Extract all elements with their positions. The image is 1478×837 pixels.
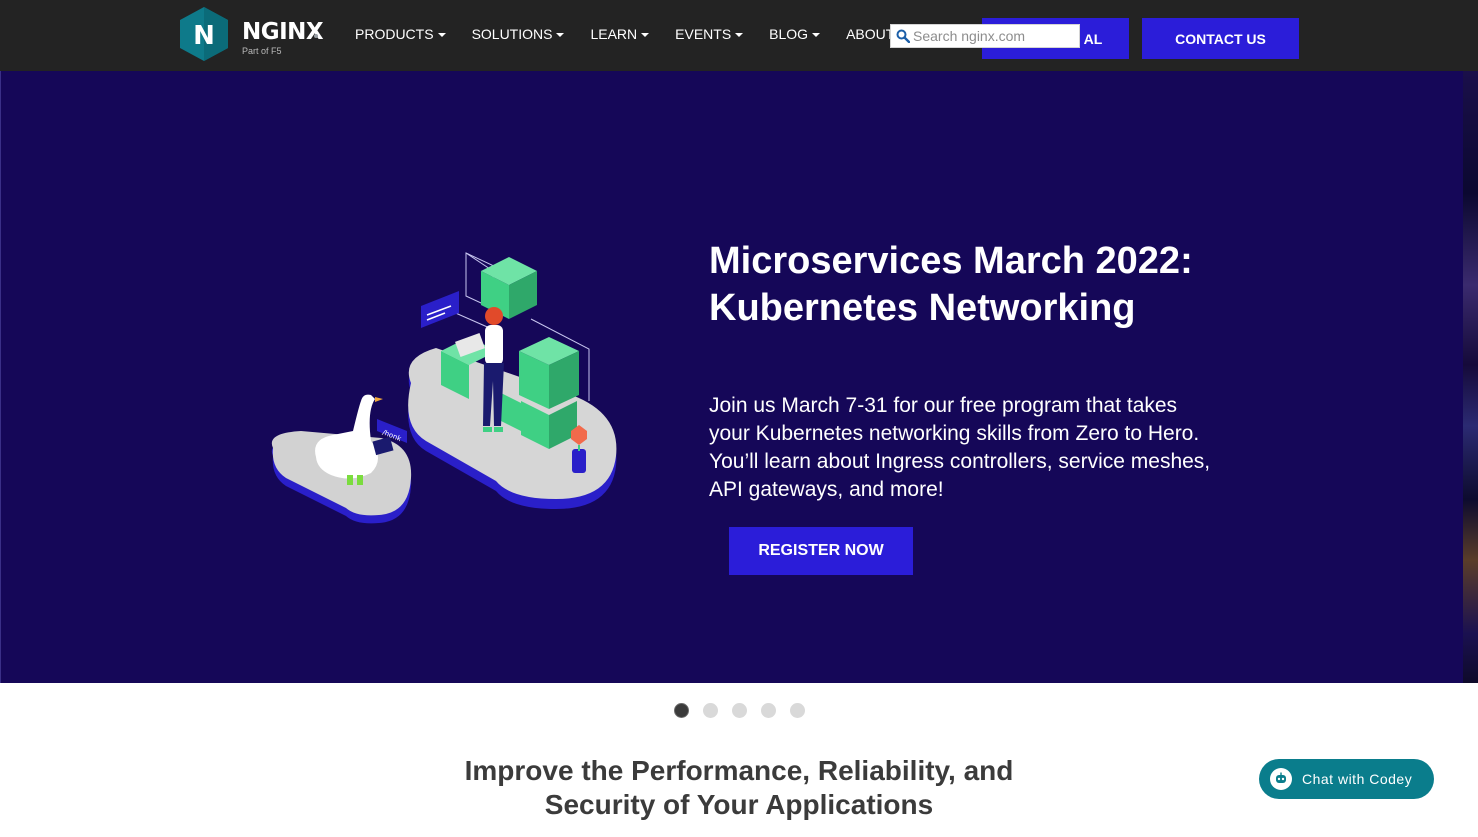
chevron-down-icon — [437, 33, 446, 37]
contact-us-button[interactable]: CONTACT US — [1142, 18, 1299, 59]
register-now-button[interactable]: REGISTER NOW — [729, 527, 913, 575]
carousel-dot-3[interactable] — [732, 703, 747, 718]
chatbot-icon — [1270, 768, 1292, 790]
nav-solutions[interactable]: SOLUTIONS — [472, 26, 565, 42]
hero-carousel: /honk Microservices March 2022: Kubernet… — [0, 71, 1463, 718]
main-nav: PRODUCTS SOLUTIONS LEARN EVENTS BLOG ABO… — [355, 26, 932, 42]
logo-wordmark: NGINX — [242, 19, 324, 45]
chevron-down-icon — [735, 33, 744, 37]
carousel-dot-1[interactable] — [674, 703, 689, 718]
carousel-indicators — [674, 703, 819, 718]
register-now-button-label: REGISTER NOW — [758, 542, 884, 559]
kubernetes-illustration: /honk — [271, 252, 617, 524]
free-trial-button-label: AL — [1083, 30, 1103, 47]
nav-about-label: ABOUT — [846, 26, 895, 42]
chat-label: Chat with Codey — [1302, 771, 1413, 787]
nav-solutions-label: SOLUTIONS — [471, 26, 553, 42]
nav-blog[interactable]: BLOG — [769, 26, 821, 42]
chevron-down-icon — [641, 33, 650, 37]
hero-title-line2: Kubernetes Networking — [709, 287, 1136, 329]
code-sign — [421, 291, 459, 328]
carousel-dot-2[interactable] — [703, 703, 718, 718]
hero-description: Join us March 7-31 for our free program … — [709, 394, 1211, 501]
nav-products-label: PRODUCTS — [355, 26, 434, 42]
nginx-logo[interactable]: N NGINX Part of F5 — [178, 6, 324, 62]
nav-learn[interactable]: LEARN — [590, 26, 650, 42]
main-platform — [408, 348, 617, 509]
hero-title-line1: Microservices March 2022: — [709, 240, 1193, 282]
carousel-dot-4[interactable] — [761, 703, 776, 718]
chevron-down-icon — [556, 33, 565, 37]
chat-with-codey-button[interactable]: Chat with Codey — [1259, 759, 1434, 799]
logo-letter: N — [193, 21, 215, 51]
search-box — [890, 24, 1080, 48]
next-slide-edge — [1463, 71, 1478, 683]
search-input[interactable] — [913, 25, 1078, 47]
nav-learn-label: LEARN — [590, 26, 638, 42]
nav-blog-label: BLOG — [769, 26, 809, 42]
nav-events[interactable]: EVENTS — [675, 26, 744, 42]
hero-title: Microservices March 2022: Kubernetes Net… — [709, 238, 1229, 332]
site-header: N NGINX Part of F5 PRODUCTS SOLUTIONS LE… — [0, 0, 1478, 71]
nginx-logo-hexagon-icon: N — [180, 7, 228, 61]
nav-events-label: EVENTS — [675, 26, 732, 42]
section-heading: Improve the Performance, Reliability, an… — [0, 754, 1478, 822]
chevron-down-icon — [812, 33, 821, 37]
contact-us-button-label: CONTACT US — [1175, 30, 1266, 47]
logo-dot — [314, 34, 318, 38]
nav-products[interactable]: PRODUCTS — [355, 26, 446, 42]
section-heading-line1: Improve the Performance, Reliability, an… — [464, 755, 1014, 786]
logo-subtitle: Part of F5 — [242, 46, 282, 56]
carousel-dot-5[interactable] — [790, 703, 805, 718]
section-heading-line2: Security of Your Applications — [544, 789, 934, 820]
search-icon[interactable] — [896, 29, 910, 43]
